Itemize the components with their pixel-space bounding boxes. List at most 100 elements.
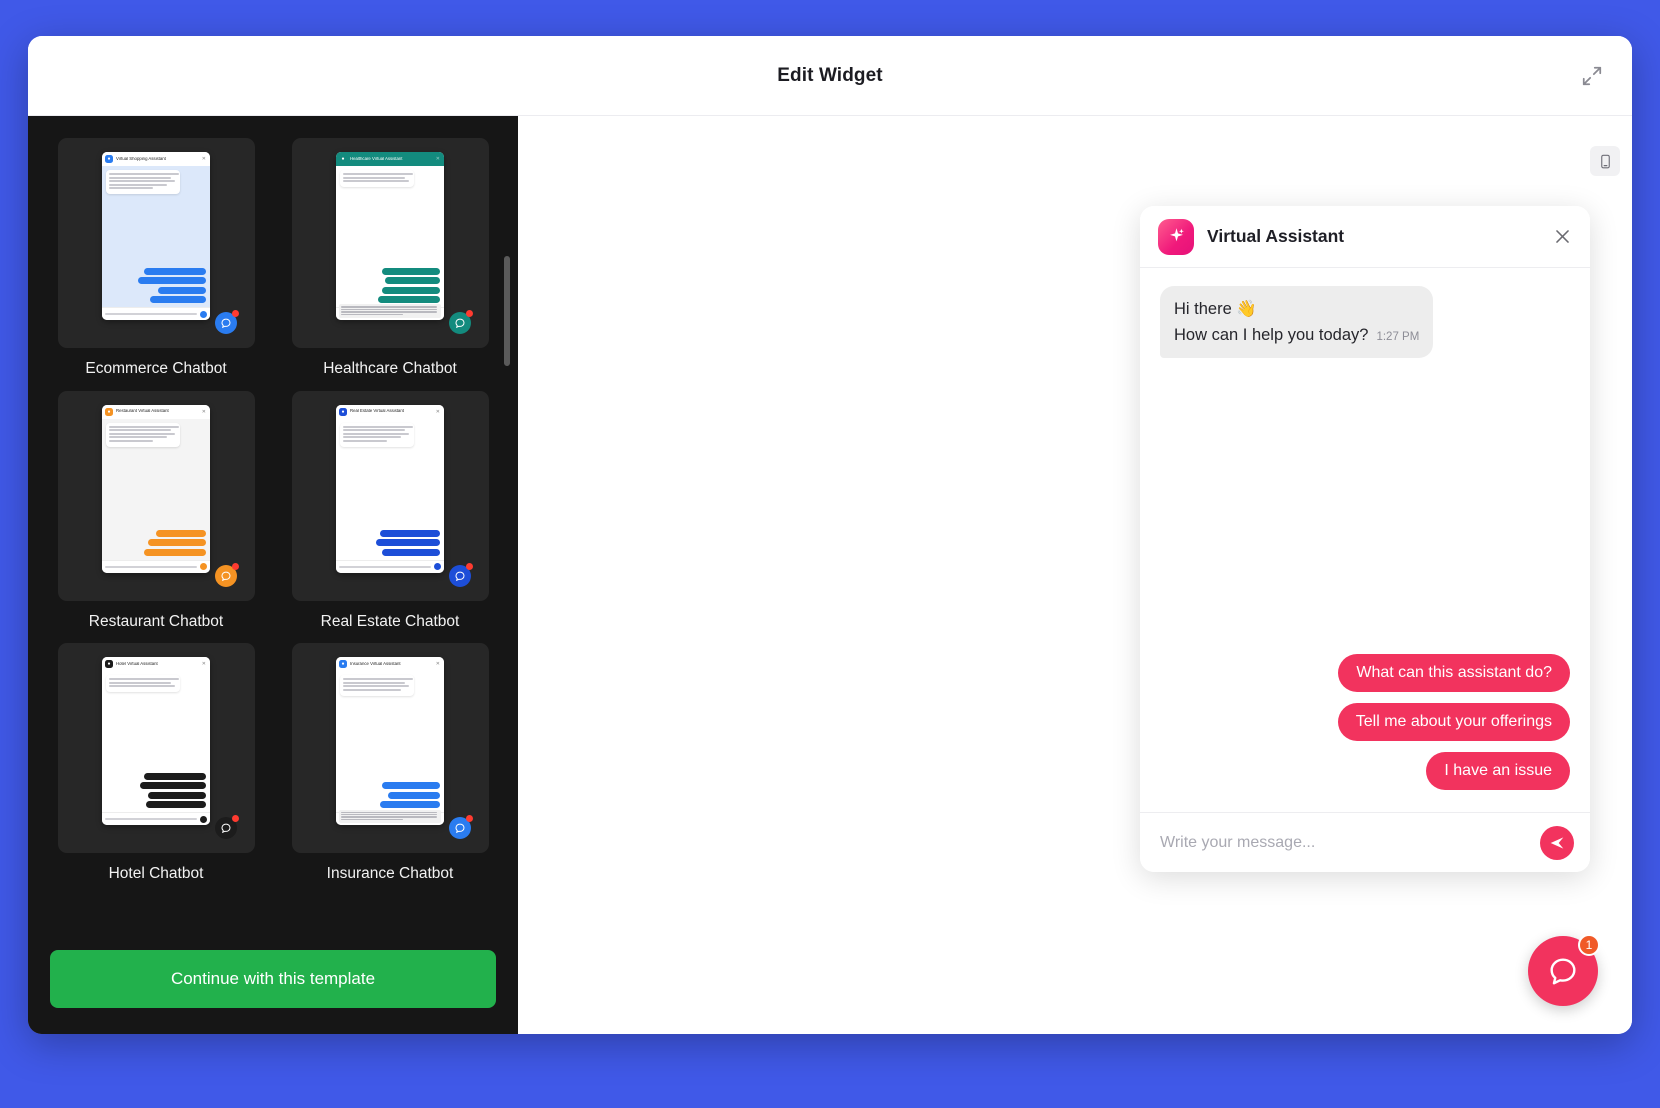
mini-input-row <box>102 812 210 826</box>
mini-window-header: ● Real Estate Virtual Assistant ✕ <box>336 404 444 419</box>
template-footer: Continue with this template <box>28 932 518 1034</box>
mini-message-area <box>102 671 210 813</box>
mini-send-icon <box>434 563 441 571</box>
template-label: Hotel Chatbot <box>108 865 204 883</box>
mini-launcher-badge <box>231 310 239 317</box>
chat-bot-name: Virtual Assistant <box>1207 226 1345 246</box>
mini-input-placeholder <box>105 313 197 315</box>
modal-header: Edit Widget <box>28 36 1632 116</box>
mini-launcher-fab <box>214 562 239 587</box>
template-thumbnail[interactable]: ● Virtual Shopping Assistant ✕ <box>57 138 255 348</box>
quick-reply-button[interactable]: I have an issue <box>1426 752 1570 790</box>
mini-window-header: ● Virtual Shopping Assistant ✕ <box>102 152 210 166</box>
mini-quick-replies <box>140 772 206 809</box>
mini-send-icon <box>200 815 207 823</box>
mini-launcher-fab <box>448 310 473 334</box>
mini-avatar-icon: ● <box>105 660 113 669</box>
chat-message-input[interactable] <box>1160 833 1530 852</box>
modal-body: ● Virtual Shopping Assistant ✕ Ecommerce Ch… <box>28 116 1632 1034</box>
mini-bot-bubble <box>106 675 180 692</box>
mini-close-icon[interactable]: ✕ <box>436 156 441 162</box>
mini-window-header: ● Hotel Virtual Assistant ✕ <box>102 657 210 672</box>
chat-widget-preview: Virtual Assistant Hi there 👋 How can I h… <box>1140 206 1590 872</box>
template-sidebar: ● Virtual Shopping Assistant ✕ Ecommerce Ch… <box>28 116 518 1034</box>
mini-bot-bubble <box>340 170 414 187</box>
bot-message-bubble: Hi there 👋 How can I help you today? 1:27… <box>1160 286 1434 359</box>
template-card[interactable]: ● Virtual Shopping Assistant ✕ Ecommerce Ch… <box>50 138 262 379</box>
mini-window-title: Restaurant Virtual Assistant <box>116 409 169 414</box>
quick-reply-button[interactable]: Tell me about your offerings <box>1337 703 1570 741</box>
close-icon[interactable] <box>1553 227 1572 246</box>
mini-send-icon <box>200 563 207 571</box>
mini-message-area <box>336 418 444 560</box>
chat-launcher-fab[interactable]: 1 <box>1528 934 1600 1006</box>
template-label: Ecommerce Chatbot <box>85 360 227 377</box>
mini-quick-replies <box>138 267 206 303</box>
mini-launcher-fab <box>448 815 473 840</box>
mini-close-icon[interactable]: ✕ <box>436 409 441 415</box>
template-thumbnail[interactable]: ● Real Estate Virtual Assistant ✕ <box>291 390 489 601</box>
bot-message-timestamp: 1:27 PM <box>1376 330 1420 343</box>
mini-launcher-fab <box>214 815 239 840</box>
mini-launcher-fab <box>214 310 239 334</box>
template-label: Real Estate Chatbot <box>320 612 460 630</box>
mini-input-placeholder <box>339 565 431 568</box>
sparkle-icon <box>1158 218 1194 255</box>
template-thumbnail[interactable]: ● Hotel Virtual Assistant ✕ <box>57 643 255 854</box>
bot-message-line-2: How can I help you today? <box>1174 325 1369 344</box>
template-thumbnail[interactable]: ● Restaurant Virtual Assistant ✕ <box>57 390 255 601</box>
template-card[interactable]: ● Restaurant Virtual Assistant ✕ Restaurant… <box>50 390 262 632</box>
mini-send-icon <box>200 310 207 318</box>
send-plane-icon[interactable] <box>1540 825 1574 860</box>
template-mini-window: ● Hotel Virtual Assistant ✕ <box>102 657 210 826</box>
mobile-phone-icon[interactable] <box>1590 146 1620 176</box>
expand-arrows-icon[interactable] <box>1574 58 1610 94</box>
template-mini-window: ● Real Estate Virtual Assistant ✕ <box>336 404 444 573</box>
template-mini-window: ● Virtual Shopping Assistant ✕ <box>102 152 210 320</box>
chat-input-row <box>1140 812 1590 872</box>
mini-launcher-badge <box>465 310 473 317</box>
quick-reply-button[interactable]: What can this assistant do? <box>1338 654 1570 692</box>
mini-bot-bubble <box>106 422 180 447</box>
template-card[interactable]: ● Insurance Virtual Assistant ✕ Insurance C… <box>284 643 496 884</box>
mini-input-row <box>102 559 210 573</box>
chat-widget-header: Virtual Assistant <box>1140 206 1590 268</box>
sidebar-scrollbar-track[interactable] <box>504 126 514 922</box>
template-disclaimer <box>339 304 441 318</box>
mini-launcher-fab <box>448 562 473 587</box>
sidebar-scrollbar-thumb[interactable] <box>504 256 510 366</box>
continue-with-template-button[interactable]: Continue with this template <box>50 950 496 1008</box>
mini-window-header: ● Insurance Virtual Assistant ✕ <box>336 657 444 672</box>
chat-message-list: Hi there 👋 How can I help you today? 1:27… <box>1140 268 1590 812</box>
mini-message-area <box>102 166 210 307</box>
mini-launcher-badge <box>465 815 473 823</box>
bot-message-line-1: Hi there 👋 <box>1174 300 1257 318</box>
mini-window-title: Hotel Virtual Assistant <box>116 662 158 667</box>
template-label: Healthcare Chatbot <box>323 360 457 377</box>
page-title: Edit Widget <box>777 64 883 86</box>
mini-avatar-icon: ● <box>105 155 113 163</box>
mini-message-area <box>336 671 444 813</box>
mini-avatar-icon: ● <box>339 155 347 163</box>
mini-input-row <box>336 559 444 573</box>
mini-window-header: ● Restaurant Virtual Assistant ✕ <box>102 404 210 419</box>
template-card[interactable]: ● Real Estate Virtual Assistant ✕ Real Esta… <box>284 390 496 632</box>
edit-widget-modal: Edit Widget ● Virtual Shopping Assistant ✕… <box>28 36 1632 1034</box>
mini-launcher-badge <box>231 562 239 570</box>
quick-reply-list: What can this assistant do? Tell me about… <box>1160 654 1570 794</box>
mini-close-icon[interactable]: ✕ <box>202 409 207 415</box>
mini-close-icon[interactable]: ✕ <box>436 661 441 667</box>
template-card[interactable]: ● Healthcare Virtual Assistant ✕ Healthcare… <box>284 138 496 379</box>
template-mini-window: ● Healthcare Virtual Assistant ✕ <box>336 152 444 320</box>
template-card[interactable]: ● Hotel Virtual Assistant ✕ Hotel Chatbot <box>50 643 262 884</box>
mini-launcher-badge <box>231 815 239 823</box>
mini-quick-replies <box>380 782 440 809</box>
mini-close-icon[interactable]: ✕ <box>202 156 207 162</box>
template-thumbnail[interactable]: ● Insurance Virtual Assistant ✕ <box>291 643 489 854</box>
mini-close-icon[interactable]: ✕ <box>202 661 207 667</box>
template-scroll-area[interactable]: ● Virtual Shopping Assistant ✕ Ecommerce Ch… <box>28 116 518 932</box>
mini-bot-bubble <box>340 675 414 696</box>
mini-bot-bubble <box>106 170 180 194</box>
template-thumbnail[interactable]: ● Healthcare Virtual Assistant ✕ <box>291 138 489 348</box>
mini-message-area <box>336 166 444 307</box>
